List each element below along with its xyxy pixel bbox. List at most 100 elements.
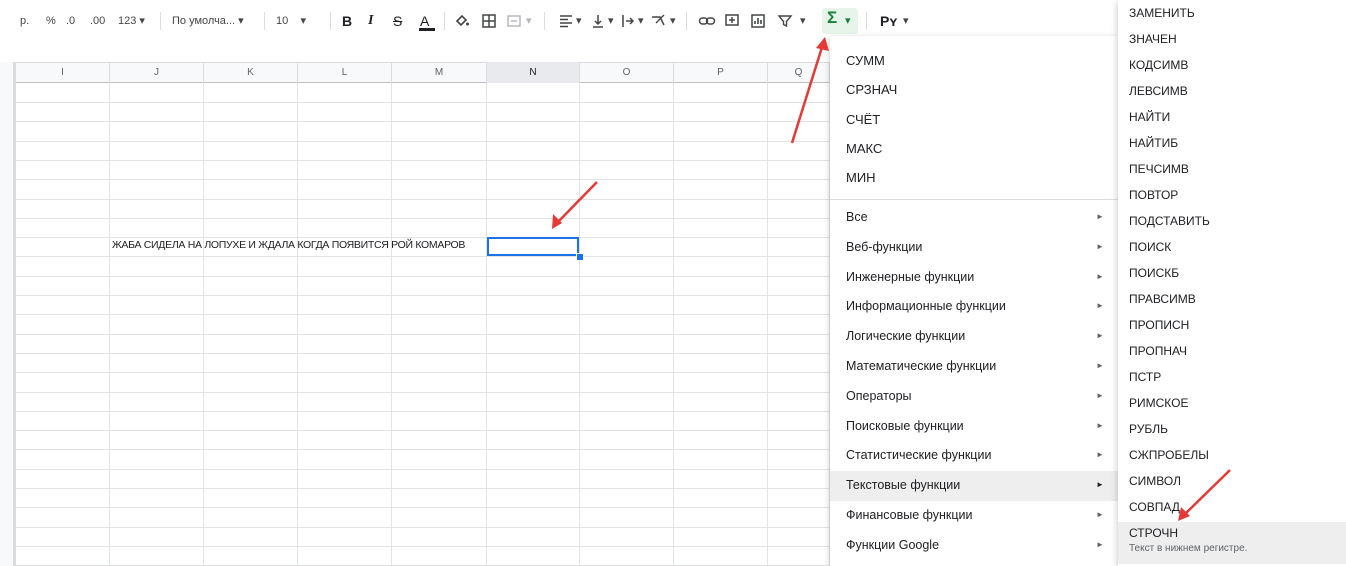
menu-item-2[interactable]: СРЗНАЧ [830,75,1118,105]
category-item-label: Операторы [846,388,912,403]
fill-handle[interactable] [576,253,584,261]
text-function-item-12[interactable]: ПРАВСИМВ [1118,288,1346,314]
text-rotation-icon[interactable] [650,13,668,29]
menu-item-3[interactable]: СЧЁТ [830,105,1118,135]
text-function-item-3[interactable]: КОДСИМВ [1118,54,1346,80]
submenu-arrow-icon: ► [1096,301,1104,311]
merge-cells-icon[interactable] [506,13,522,29]
category-item-10[interactable]: Текстовые функции ► [830,471,1118,502]
text-wrap-icon[interactable] [620,13,636,29]
filter-icon[interactable] [777,13,793,29]
column-header-i[interactable]: I [16,62,110,83]
text-function-item-10[interactable]: ПОИСК [1118,236,1346,262]
menu-divider [830,199,1118,200]
text-function-item-19[interactable]: СИМВОЛ [1118,470,1346,496]
italic-button[interactable]: I [368,12,373,30]
category-item-9[interactable]: Статистические функции ► [830,441,1118,471]
text-function-label: ПОИСК [1129,240,1172,254]
category-item-label: Логические функции [846,329,966,344]
bold-button[interactable]: B [342,12,352,30]
text-function-item-17[interactable]: РУБЛЬ [1118,418,1346,444]
caret-down-icon: ▾ [526,15,532,27]
borders-icon[interactable] [481,13,497,29]
caret-down-icon: ▾ [845,15,851,27]
text-function-item-9[interactable]: ПОДСТАВИТЬ [1118,210,1346,236]
font-family-select[interactable]: По умолча... ▾ [172,12,244,30]
column-header-m[interactable]: M [392,62,487,83]
column-header-p[interactable]: P [674,62,768,83]
cell-j7[interactable]: ЖАБА СИДЕЛА НА ЛОПУХЕ И ЖДАЛА КОГДА ПОЯВ… [112,239,465,251]
column-header-k[interactable]: K [204,62,298,83]
text-function-label: ПОДСТАВИТЬ [1129,214,1210,228]
text-function-item-7[interactable]: ПЕЧСИМВ [1118,158,1346,184]
category-item-2[interactable]: Веб-функции ► [830,233,1118,263]
menu-item-label: СУММ [846,53,885,68]
link-icon[interactable] [698,13,716,29]
text-function-item-5[interactable]: НАЙТИ [1118,106,1346,132]
strikethrough-button[interactable]: S [393,12,402,30]
category-item-12[interactable]: Функции Google ► [830,531,1118,561]
text-function-item-14[interactable]: ПРОПНАЧ [1118,340,1346,366]
input-tools-button[interactable]: Рʏ [880,12,897,30]
category-item-11[interactable]: Финансовые функции ► [830,501,1118,531]
grid-column-line [391,83,392,566]
text-function-item-6[interactable]: НАЙТИБ [1118,132,1346,158]
text-function-label: РУБЛЬ [1129,422,1168,436]
text-function-item-20[interactable]: СОВПАД [1118,496,1346,522]
percent-format-button[interactable]: % [46,12,56,30]
menu-item-4[interactable]: МАКС [830,134,1118,164]
text-function-item-4[interactable]: ЛЕВСИМВ [1118,80,1346,106]
category-item-1[interactable]: Все ► [830,203,1118,233]
category-item-8[interactable]: Поисковые функции ► [830,412,1118,442]
text-function-item-16[interactable]: РИМСКОЕ [1118,392,1346,418]
text-function-item-18[interactable]: СЖПРОБЕЛЫ [1118,444,1346,470]
category-item-5[interactable]: Логические функции ► [830,322,1118,352]
selected-cell-n7[interactable] [487,237,579,256]
increase-decimal-button[interactable]: .00 [90,12,105,30]
category-item-label: Функции Google [846,537,940,552]
toolbar-divider [866,12,867,30]
grid-column-line [673,83,674,566]
grid-row-line [16,449,830,450]
column-header-n[interactable]: N [487,62,580,83]
insert-chart-icon[interactable] [750,13,766,29]
grid-row-line [16,160,830,161]
text-function-item-21[interactable]: СТРОЧН Текст в нижнем регистре. [1118,522,1346,564]
text-function-item-13[interactable]: ПРОПИСН [1118,314,1346,340]
column-header-l[interactable]: L [298,62,392,83]
text-function-item-15[interactable]: ПСТР [1118,366,1346,392]
submenu-arrow-icon: ► [1096,390,1104,400]
text-function-label: ПРОПИСН [1129,318,1190,332]
text-function-item-11[interactable]: ПОИСКБ [1118,262,1346,288]
category-item-3[interactable]: Инженерные функции ► [830,263,1118,293]
text-function-item-1[interactable]: ЗАМЕНИТЬ [1118,2,1346,28]
text-function-label: КОДСИМВ [1129,58,1189,72]
decrease-decimal-button[interactable]: .0 [66,12,75,30]
vertical-align-icon[interactable] [590,13,606,29]
paint-bucket-icon[interactable] [454,13,470,29]
insert-comment-icon[interactable] [724,13,740,29]
text-function-item-2[interactable]: ЗНАЧЕН [1118,28,1346,54]
column-header-q[interactable]: Q [768,62,830,83]
grid-column-line [203,83,204,566]
category-item-7[interactable]: Операторы ► [830,382,1118,412]
row-header-strip[interactable] [0,62,16,566]
category-item-4[interactable]: Информационные функции ► [830,292,1118,322]
text-function-label: ЗНАЧЕН [1129,32,1177,46]
column-header-j[interactable]: J [110,62,204,83]
caret-down-icon: ▾ [608,15,614,27]
currency-format-button[interactable]: р. [20,12,29,30]
grid-row-line [16,199,830,200]
toolbar-divider [686,12,687,30]
text-function-label: ПРОПНАЧ [1129,344,1188,358]
menu-item-1[interactable]: СУММ [830,46,1118,76]
text-function-item-8[interactable]: ПОВТОР [1118,184,1346,210]
font-size-select[interactable]: 10 ▾ [276,12,306,30]
align-left-icon[interactable] [558,13,574,29]
toolbar-divider [160,12,161,30]
category-item-label: Текстовые функции [846,478,961,493]
menu-item-5[interactable]: МИН [830,163,1118,193]
column-header-o[interactable]: O [580,62,674,83]
more-formats-button[interactable]: 123 ▾ [118,12,145,30]
category-item-6[interactable]: Математические функции ► [830,352,1118,382]
